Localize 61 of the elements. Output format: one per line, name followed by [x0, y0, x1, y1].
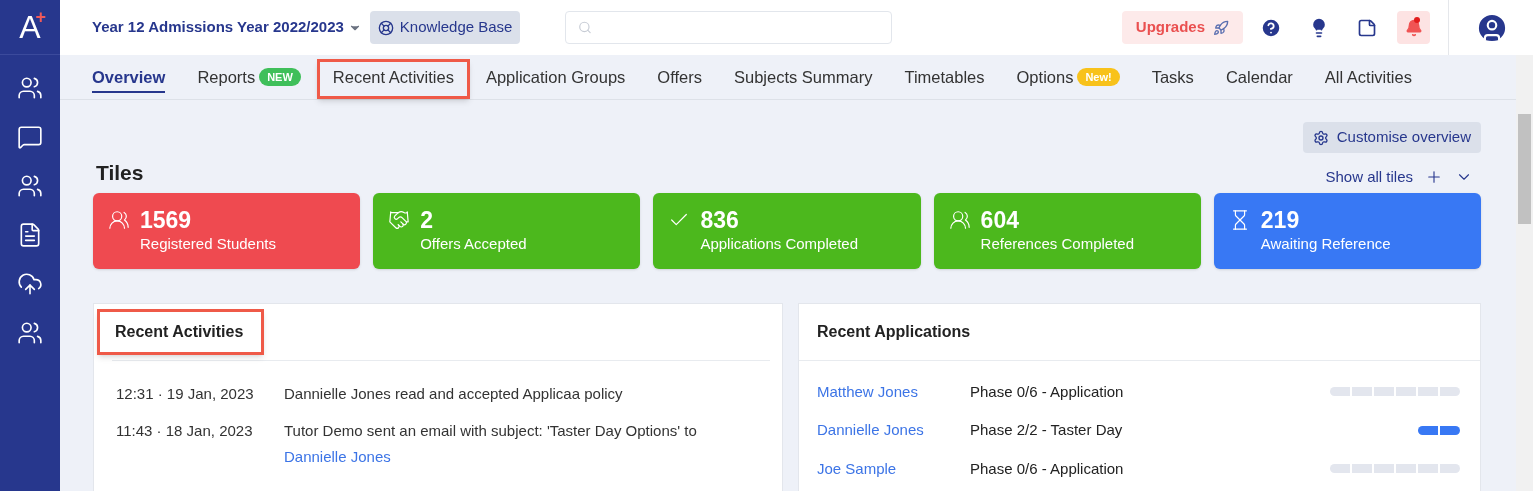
- student-link[interactable]: Matthew Jones: [817, 380, 970, 403]
- show-all-tiles-button[interactable]: Show all tiles: [1325, 166, 1413, 189]
- tile-value: 219: [1260, 206, 1301, 233]
- stat-tile[interactable]: 1569 Registered Students: [93, 192, 361, 269]
- users-icon[interactable]: [17, 75, 43, 101]
- scrollbar[interactable]: [1516, 55, 1533, 491]
- student-link[interactable]: Dannielle Jones: [284, 445, 697, 468]
- panel-title: Recent Activities: [97, 308, 265, 355]
- tile-value: 2: [420, 206, 434, 233]
- lifebuoy-icon: [377, 19, 394, 36]
- student-link[interactable]: Dannielle Jones: [817, 419, 970, 442]
- notes-icon[interactable]: [1357, 17, 1377, 38]
- tiles-heading: Tiles: [96, 160, 144, 186]
- panel-title: Recent Applications: [817, 321, 971, 342]
- activity-time: 11:43 · 18 Jan, 2023: [116, 421, 254, 441]
- knowledge-base-button[interactable]: Knowledge Base: [369, 11, 521, 44]
- settings-icon: [1312, 129, 1329, 146]
- tile-label: Applications Completed: [700, 233, 858, 254]
- new-badge: New!: [1077, 67, 1120, 87]
- tab[interactable]: Overview: [76, 55, 182, 99]
- handshake-icon: [388, 208, 411, 231]
- tab[interactable]: Application Groups: [469, 55, 642, 99]
- tab[interactable]: Recent Activities: [316, 55, 470, 99]
- tab[interactable]: Reports NEW: [181, 55, 317, 99]
- activity-text: Dannielle Jones read and accepted Applicaa policy: [284, 383, 623, 404]
- stat-tile[interactable]: 219 Awaiting Reference: [1213, 192, 1481, 269]
- rocket-icon: [1213, 19, 1229, 36]
- search-field[interactable]: [565, 11, 893, 44]
- help-icon[interactable]: [1260, 16, 1282, 39]
- customise-overview-button[interactable]: Customise overview: [1302, 122, 1481, 153]
- tab[interactable]: Options New!: [1000, 55, 1136, 99]
- tab[interactable]: Offers: [641, 55, 718, 99]
- users-icon: [108, 208, 130, 231]
- activity-time: 12:31 · 19 Jan, 2023: [116, 383, 255, 404]
- tab[interactable]: Calendar: [1209, 55, 1309, 99]
- cloud-upload-icon[interactable]: [17, 271, 43, 297]
- tile-label: Awaiting Reference: [1260, 233, 1391, 254]
- year-selector[interactable]: Year 12 Admissions Year 2022/2023: [92, 16, 362, 39]
- tile-label: Offers Accepted: [420, 233, 527, 254]
- activity-text: Tutor Demo sent an email with subject: 'Taster Day Options' to: [284, 421, 697, 441]
- tile-label: References Completed: [980, 233, 1134, 254]
- phase-progress: [1418, 425, 1460, 435]
- users-icon: [948, 208, 971, 231]
- bell-icon: [1404, 18, 1423, 37]
- student-link[interactable]: Joe Sample: [817, 457, 970, 480]
- tab[interactable]: All Activities: [1308, 55, 1428, 99]
- new-badge: NEW: [259, 67, 301, 87]
- notifications-button[interactable]: [1397, 11, 1430, 44]
- tile-label: Registered Students: [140, 233, 276, 254]
- tile-value: 1569: [140, 206, 193, 233]
- phase-text: Phase 2/2 - Taster Day: [970, 420, 1124, 440]
- phase-text: Phase 0/6 - Application: [970, 458, 1125, 479]
- tab[interactable]: Timetables: [888, 55, 1001, 99]
- tab[interactable]: Tasks: [1135, 55, 1210, 99]
- tab[interactable]: Subjects Summary: [717, 55, 889, 99]
- tile-value: 836: [700, 206, 740, 233]
- message-icon[interactable]: [17, 124, 43, 150]
- group-icon[interactable]: [17, 173, 43, 199]
- search-icon: [578, 20, 593, 35]
- phase-text: Phase 0/6 - Application: [970, 381, 1125, 402]
- tile-value: 604: [980, 206, 1020, 233]
